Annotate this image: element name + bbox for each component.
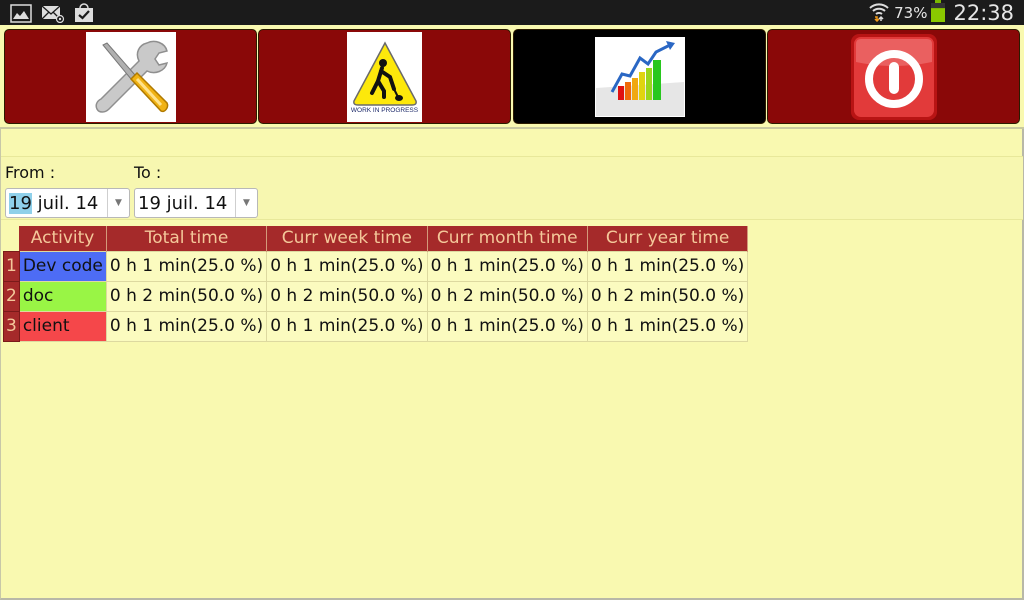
date-filter-row: From : To : 19 juil. 14 ▼ 19 juil. 14 ▼ — [1, 156, 1023, 220]
toolbar: WORK IN PROGRESS — [0, 25, 1024, 127]
row-number: 1 — [3, 250, 20, 282]
power-button[interactable] — [767, 29, 1020, 124]
to-date-select[interactable]: 19 juil. 14 ▼ — [134, 188, 258, 218]
row-number: 2 — [3, 280, 20, 312]
activity-cell[interactable]: Dev code — [18, 250, 107, 282]
table-row[interactable]: 1 Dev code 0 h 1 min(25.0 %) 0 h 1 min(25.0… — [3, 250, 749, 282]
to-date-value: 19 juil. 14 — [138, 192, 228, 214]
table-row[interactable]: 2 doc 0 h 2 min(50.0 %) 0 h 2 min(50.0 %) 0 … — [3, 280, 749, 312]
task-check-icon — [74, 3, 94, 27]
row-number: 3 — [3, 310, 20, 342]
to-label: To : — [134, 163, 162, 182]
work-in-progress-icon: WORK IN PROGRESS — [347, 31, 422, 122]
activity-cell[interactable]: client — [18, 310, 107, 342]
column-header-year-time[interactable]: Curr year time — [587, 226, 749, 251]
settings-button[interactable] — [4, 29, 257, 124]
from-date-select[interactable]: 19 juil. 14 ▼ — [5, 188, 130, 218]
year-time-cell: 0 h 1 min(25.0 %) — [586, 310, 749, 342]
chevron-down-icon[interactable]: ▼ — [235, 189, 257, 217]
work-in-progress-button[interactable]: WORK IN PROGRESS — [258, 29, 511, 124]
power-icon — [848, 31, 939, 122]
corner-cell — [3, 226, 20, 251]
column-header-month-time[interactable]: Curr month time — [427, 226, 588, 251]
activity-table: Activity Total time Curr week time Curr … — [3, 226, 749, 342]
total-time-cell: 0 h 2 min(50.0 %) — [105, 280, 268, 312]
year-time-cell: 0 h 2 min(50.0 %) — [586, 280, 749, 312]
status-bar: 73% 22:38 — [0, 0, 1024, 25]
work-in-progress-caption: WORK IN PROGRESS — [350, 107, 419, 114]
growth-chart-icon — [594, 36, 685, 117]
month-time-cell: 0 h 2 min(50.0 %) — [426, 280, 588, 312]
from-label: From : — [5, 163, 56, 182]
email-icon — [41, 4, 65, 27]
main-panel: From : To : 19 juil. 14 ▼ 19 juil. 14 ▼ … — [0, 129, 1024, 600]
column-header-total-time[interactable]: Total time — [106, 226, 268, 251]
statistics-button[interactable] — [513, 29, 766, 124]
battery-icon — [931, 0, 946, 26]
table-row[interactable]: 3 client 0 h 1 min(25.0 %) 0 h 1 min(25.0 %… — [3, 310, 749, 342]
week-time-cell: 0 h 1 min(25.0 %) — [266, 310, 428, 342]
from-date-rest: juil. 14 — [31, 192, 99, 214]
clock: 22:38 — [953, 0, 1014, 25]
total-time-cell: 0 h 1 min(25.0 %) — [105, 310, 268, 342]
year-time-cell: 0 h 1 min(25.0 %) — [586, 250, 749, 282]
from-date-day: 19 — [9, 192, 32, 214]
month-time-cell: 0 h 1 min(25.0 %) — [426, 310, 588, 342]
total-time-cell: 0 h 1 min(25.0 %) — [105, 250, 268, 282]
chevron-down-icon[interactable]: ▼ — [107, 189, 129, 217]
activity-cell[interactable]: doc — [18, 280, 107, 312]
tools-icon — [85, 31, 176, 122]
table-header-row: Activity Total time Curr week time Curr … — [3, 226, 749, 251]
column-header-activity[interactable]: Activity — [19, 226, 107, 251]
wifi-icon — [868, 0, 890, 26]
column-header-week-time[interactable]: Curr week time — [266, 226, 428, 251]
week-time-cell: 0 h 1 min(25.0 %) — [266, 250, 428, 282]
week-time-cell: 0 h 2 min(50.0 %) — [266, 280, 428, 312]
month-time-cell: 0 h 1 min(25.0 %) — [426, 250, 588, 282]
gallery-icon — [10, 3, 32, 27]
battery-percent: 73% — [894, 3, 928, 22]
